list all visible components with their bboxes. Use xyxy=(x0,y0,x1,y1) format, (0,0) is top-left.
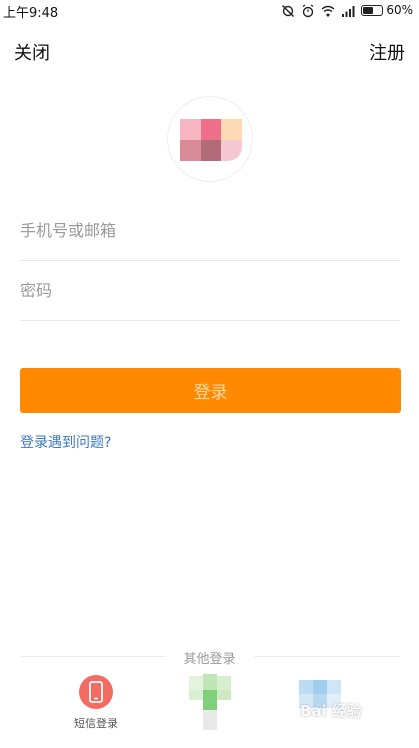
battery-icon: 60% xyxy=(361,3,413,17)
watermark: Bai 经验 xyxy=(300,702,362,720)
battery-shell xyxy=(361,4,384,16)
wifi-icon xyxy=(321,3,335,17)
battery-fill xyxy=(363,6,374,14)
wechat-login-icon[interactable] xyxy=(189,674,235,730)
phone-email-field xyxy=(20,201,400,261)
alarm-off-icon xyxy=(281,3,295,17)
status-icons: 60% xyxy=(281,3,413,18)
password-field xyxy=(20,261,400,321)
phone-email-input[interactable] xyxy=(20,201,400,260)
other-login-label: 其他登录 xyxy=(183,652,236,667)
status-time: 上午9:48 xyxy=(3,6,59,21)
password-input[interactable] xyxy=(20,261,400,320)
signal-icon xyxy=(341,3,355,17)
status-bar: 上午9:48 60% xyxy=(0,0,419,22)
pixelated-avatar-icon xyxy=(180,119,242,161)
login-button[interactable]: 登录 xyxy=(20,368,401,413)
login-help-link[interactable]: 登录遇到问题? xyxy=(20,432,111,452)
battery-percent: 60% xyxy=(386,3,413,17)
phone-icon xyxy=(79,675,113,709)
avatar xyxy=(167,96,253,182)
sms-login-label: 短信登录 xyxy=(74,717,118,730)
register-button[interactable]: 注册 xyxy=(369,39,405,65)
sms-login-button[interactable]: 短信登录 xyxy=(62,675,130,731)
close-button[interactable]: 关闭 xyxy=(14,39,50,65)
alarm-clock-icon xyxy=(301,3,315,18)
